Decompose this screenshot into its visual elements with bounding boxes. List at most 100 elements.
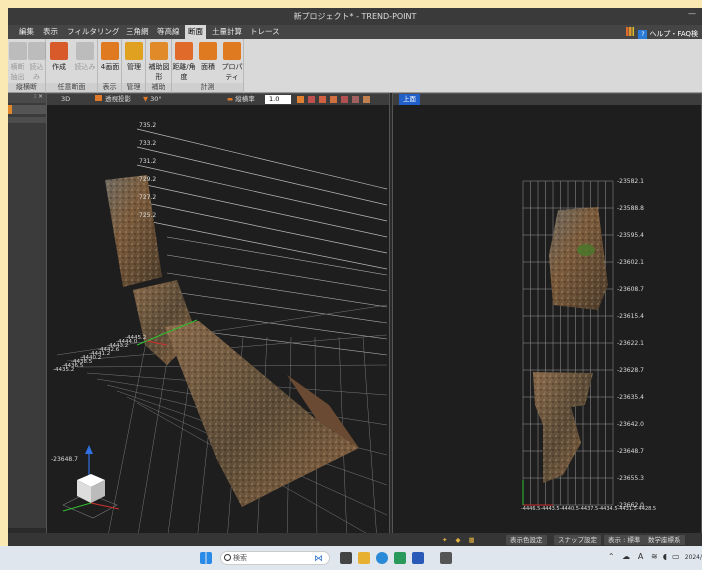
top-y-label: -23582.1 (617, 178, 644, 185)
view-top-toolbar: 上面 (393, 94, 701, 105)
battery-icon[interactable]: ▭ (672, 552, 680, 561)
ribbon-button-icon (175, 42, 193, 60)
ribbon-button[interactable]: 作成 (46, 42, 72, 72)
ribbon-button[interactable]: 面積 (196, 42, 220, 72)
view-front-icon[interactable] (308, 96, 315, 103)
status-bar-button[interactable]: スナップ設定 (554, 535, 601, 545)
status-icons[interactable]: ✦ ◆ ▦ (438, 535, 479, 545)
ribbon-button[interactable]: プロパティ (220, 42, 244, 82)
top-y-label: -23642.0 (617, 421, 644, 428)
floor-grid-line (136, 336, 172, 541)
ribbon-button[interactable]: 管理 (122, 42, 146, 72)
fish-icon: ⋈ (314, 554, 323, 564)
point-cloud-top (533, 207, 608, 483)
excel-icon[interactable] (394, 552, 406, 564)
grid-toggle-icon[interactable]: ▦ (468, 536, 474, 544)
ribbon-button[interactable]: 補助図形 (146, 42, 172, 82)
ribbon-group-label: 表示 (98, 83, 121, 92)
trend-point-icon[interactable] (440, 552, 452, 564)
view-3d[interactable]: 3D 透視投影 ▼ 30° ▬ 縦横率 1.0 735.2 733.2 731.… (46, 93, 390, 541)
help-icon: ? (638, 30, 648, 39)
menu-tab[interactable]: 三角網 (123, 25, 152, 39)
top-y-label: -23622.1 (617, 340, 644, 347)
status-bar-button[interactable]: 表示色設定 (506, 535, 547, 545)
ribbon-group-label: 縦横断 (8, 83, 45, 92)
ribbon-button[interactable]: 読込み (27, 42, 46, 82)
title-bar: 新プロジェクト* - TREND-POINT — (8, 8, 702, 25)
panel-layer-item[interactable] (8, 117, 46, 123)
orientation-cube[interactable] (62, 474, 120, 519)
menu-tab[interactable]: 表示 (40, 25, 61, 39)
search-icon (224, 554, 231, 561)
tab-top[interactable]: 上面 (399, 94, 420, 105)
minimize-button[interactable]: — (688, 9, 696, 18)
ribbon-group-label: 管理 (122, 83, 145, 92)
system-tray[interactable]: ⌃ ☁ A ≋ ◖ ▭ 2024/ (608, 552, 702, 561)
ribbon-button[interactable]: 横断抽出 (8, 42, 27, 82)
wifi-icon[interactable]: ≋ (651, 552, 658, 561)
file-explorer-icon[interactable] (358, 552, 370, 564)
status-bar-button[interactable]: 表示 : 標準 (604, 535, 645, 545)
edge-icon[interactable] (376, 552, 388, 564)
clock[interactable]: 2024/ (685, 554, 702, 561)
home-icon[interactable] (297, 96, 304, 103)
ribbon-button-icon (76, 42, 94, 60)
height-grid-line (166, 272, 388, 308)
ribbon-button[interactable]: 距離/角度 (172, 42, 196, 82)
height-label: 727.2 (139, 194, 156, 201)
top-y-label: -23608.7 (617, 286, 644, 293)
ribbon-button-icon (27, 42, 46, 60)
ribbon-group: 管理 管理 (122, 39, 146, 93)
ribbon-button-label: 横断抽出 (10, 63, 25, 81)
store-icon[interactable] (412, 552, 424, 564)
view-angle[interactable]: ▼ 30° (139, 94, 166, 105)
taskbar-search[interactable]: 検索 ⋈ (220, 551, 330, 565)
chevron-up-icon[interactable]: ⌃ (608, 552, 615, 561)
projection-mode[interactable]: 透視投影 (91, 94, 135, 105)
ribbon-button-icon (50, 42, 68, 60)
floor-grid-line (362, 336, 378, 541)
menu-tab[interactable]: トレース (247, 25, 283, 39)
view-left-icon[interactable] (341, 96, 348, 103)
menu-tab[interactable]: 土量計算 (209, 25, 245, 39)
height-label: 733.2 (139, 140, 156, 147)
view-3d-toolbar: 3D 透視投影 ▼ 30° ▬ 縦横率 1.0 (47, 94, 389, 105)
top-y-label: -23615.4 (617, 313, 644, 320)
ribbon-group: 横断抽出 読込み 縦横断 (8, 39, 46, 93)
view-3d-canvas[interactable]: 735.2 733.2 731.2 729.2 727.2 725.2 -4435.2-4… (47, 105, 389, 541)
x-labels: -4435.2-4436.5-4438.5-4440.2-4441.2-4442… (53, 335, 146, 373)
ribbon-button-icon (125, 42, 143, 60)
pin-icon[interactable]: ◆ (455, 536, 460, 544)
view-tool-icons[interactable] (297, 96, 387, 103)
height-grid-line (136, 164, 388, 222)
view-back-icon[interactable] (330, 96, 337, 103)
view-iso-icon[interactable] (363, 96, 370, 103)
windows-start-icon[interactable] (200, 552, 212, 564)
menu-tab[interactable]: 断面 (185, 25, 206, 39)
ime-icon[interactable]: A (638, 552, 643, 561)
menu-tab[interactable]: 等高線 (154, 25, 183, 39)
task-view-icon[interactable] (340, 552, 352, 564)
ribbon-group-label: 計測 (172, 83, 243, 92)
menu-tab[interactable]: フィルタリング (64, 25, 122, 39)
view-right-icon[interactable] (352, 96, 359, 103)
ribbon-button-icon (199, 42, 217, 60)
menu-tab[interactable]: 編集 (16, 25, 37, 39)
ribbon-button-icon (8, 42, 27, 60)
volume-icon[interactable]: ◖ (663, 552, 667, 561)
ribbon-button[interactable]: 4画面 (98, 42, 122, 72)
ribbon-group-label: 補助 (146, 83, 171, 92)
view-side-icon[interactable] (319, 96, 326, 103)
height-grid-line (166, 254, 388, 292)
cloud-icon[interactable]: ☁ (622, 552, 630, 561)
view-top[interactable]: 上面 -23582.1 -23588.8 -23595.4 -23602.1 -2360… (392, 93, 702, 541)
help-button[interactable]: ? ヘルプ・FAQ検 (626, 27, 698, 39)
view-top-canvas[interactable]: -23582.1 -23588.8 -23595.4 -23602.1 -23608.7… (393, 105, 701, 541)
ribbon-button[interactable]: 読込み (72, 42, 98, 72)
panel-layer-item[interactable] (8, 105, 46, 114)
sun-icon[interactable]: ✦ (442, 536, 447, 544)
tab-3d[interactable]: 3D (57, 94, 74, 105)
scale-ratio-input[interactable]: 1.0 (265, 95, 291, 104)
menu-bar: 編集 表示 フィルタリング 三角網 等高線 断面 土量計算 トレース ? ヘルプ・FAQ検 (8, 25, 702, 39)
status-bar-button[interactable]: 数学座標系 (644, 535, 685, 545)
